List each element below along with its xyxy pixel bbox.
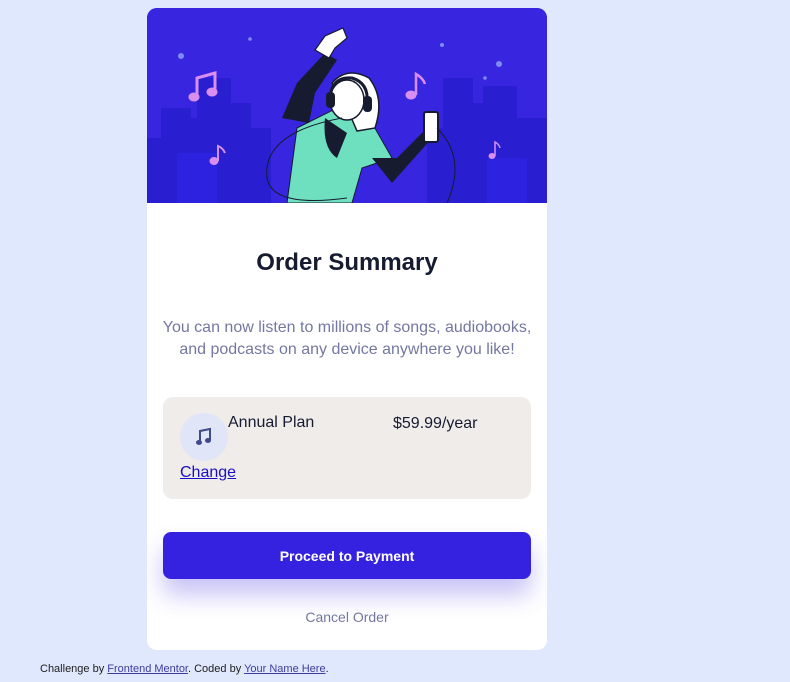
hero-illustration — [147, 8, 547, 203]
page-title: Order Summary — [256, 249, 438, 276]
plan-summary: Annual Plan $59.99/year Change — [163, 397, 531, 499]
attribution-suffix: . — [325, 663, 329, 675]
attribution-prefix: Challenge by — [40, 663, 108, 675]
author-link[interactable]: Your Name Here — [244, 663, 326, 675]
cancel-order-button[interactable]: Cancel Order — [147, 609, 547, 625]
attribution-footer: Challenge by Frontend Mentor. Coded by Y… — [40, 663, 329, 675]
change-plan-link[interactable]: Change — [180, 464, 236, 482]
frontend-mentor-link[interactable]: Frontend Mentor — [107, 663, 188, 675]
proceed-to-payment-button[interactable]: Proceed to Payment — [163, 532, 531, 579]
music-note-icon — [180, 413, 228, 461]
attribution-middle: . Coded by — [188, 663, 245, 675]
plan-name: Annual Plan — [228, 414, 315, 431]
order-summary-card: Order Summary You can now listen to mill… — [147, 8, 547, 650]
plan-price: $59.99/year — [393, 415, 478, 432]
order-description: You can now listen to millions of songs,… — [162, 319, 532, 358]
